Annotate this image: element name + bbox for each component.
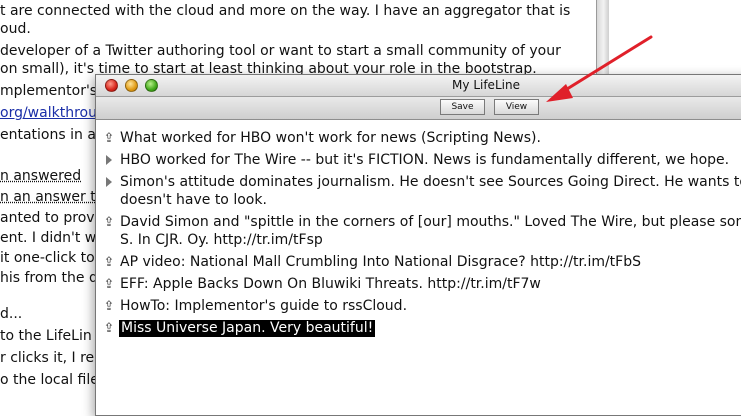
bg-text-line: developer of a Twitter authoring tool or… — [0, 43, 561, 59]
window-title: My LifeLine — [452, 78, 520, 92]
outline-item-text: EFF: Apple Backs Down On Bluwiki Threats… — [120, 276, 541, 292]
outline-item-text: Miss Universe Japan. Very beautiful! — [119, 320, 376, 337]
expand-triangle-icon[interactable] — [102, 174, 116, 192]
bg-link[interactable]: org/walkthrou — [0, 105, 97, 122]
bg-text-line: to the LifeLin — [0, 328, 92, 344]
outline-item-text: David Simon and "spittle in the corners … — [120, 214, 741, 230]
bg-text-line: o the local file — [0, 372, 99, 388]
desktop-area — [609, 0, 741, 74]
bg-text-line: d... — [0, 306, 23, 322]
outline-item-text: What worked for HBO won't work for news … — [120, 130, 541, 146]
outline-item-text: S. In CJR. Oy. http://tr.im/tFsp — [120, 232, 323, 248]
up-arrow-icon[interactable]: ⇪ — [102, 130, 116, 147]
window-toolbar: Save View — [96, 97, 741, 120]
view-button[interactable]: View — [494, 99, 539, 115]
bg-text-line: mplementor's — [0, 83, 98, 99]
outline-item-text: Simon's attitude dominates journalism. H… — [120, 174, 741, 190]
save-button[interactable]: Save — [440, 99, 485, 115]
bg-text-line: n answered — [0, 168, 82, 184]
bg-text-line: n an answer t — [0, 189, 96, 205]
outline-item-text: HBO worked for The Wire -- but it's FICT… — [120, 152, 730, 168]
up-arrow-icon[interactable]: ⇪ — [102, 214, 116, 231]
lifeline-window: My LifeLine Save View ⇪ What worked for … — [95, 74, 741, 416]
bg-text-line: t are connected with the cloud and more … — [0, 3, 571, 19]
bg-text-line: it one-click to — [0, 250, 95, 266]
bg-text-line: entations in al — [0, 127, 100, 143]
bg-text-line: oud. — [0, 21, 31, 37]
up-arrow-icon[interactable]: ⇪ — [102, 254, 116, 271]
expand-triangle-icon[interactable] — [102, 152, 116, 170]
outline-item-text: HowTo: Implementor's guide to rssCloud. — [120, 298, 408, 314]
outline-item-text: doesn't have to look. — [120, 192, 267, 208]
up-arrow-icon[interactable]: ⇪ — [102, 320, 116, 337]
window-titlebar[interactable]: My LifeLine — [96, 75, 741, 97]
up-arrow-icon[interactable]: ⇪ — [102, 298, 116, 315]
bg-text-line: r clicks it, I re — [0, 350, 95, 366]
outline-item-text: AP video: National Mall Crumbling Into N… — [120, 254, 642, 270]
bg-text-line: his from the da — [0, 270, 107, 286]
bg-text-line: anted to provi — [0, 210, 99, 226]
bg-text-line: ent. I didn't wa — [0, 230, 105, 246]
up-arrow-icon[interactable]: ⇪ — [102, 276, 116, 293]
